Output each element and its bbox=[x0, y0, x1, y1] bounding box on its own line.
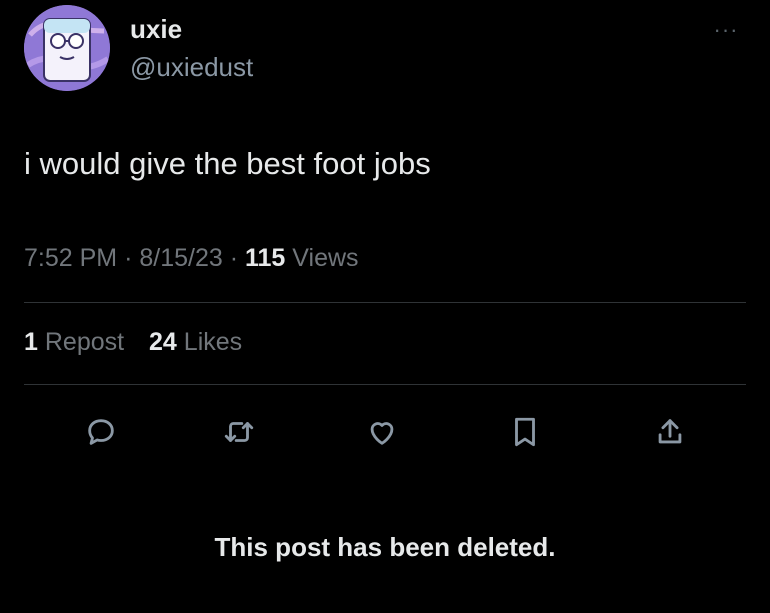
post-text: i would give the best foot jobs bbox=[24, 146, 431, 181]
meta-separator: · bbox=[229, 244, 239, 272]
reply-icon bbox=[88, 419, 114, 445]
reply-button[interactable] bbox=[79, 410, 123, 454]
post-date[interactable]: 8/15/23 bbox=[139, 244, 222, 272]
divider bbox=[24, 384, 746, 385]
more-options-button[interactable]: ··· bbox=[706, 17, 746, 42]
post-metadata: 7:52 PM · 8/15/23 · 115 Views bbox=[24, 244, 359, 273]
reposts-count: 1 bbox=[24, 328, 38, 356]
reposts-stat[interactable]: 1 Repost bbox=[24, 328, 124, 356]
likes-stat[interactable]: 24 Likes bbox=[149, 328, 242, 356]
post-time[interactable]: 7:52 PM bbox=[24, 244, 117, 272]
reposts-label: Repost bbox=[44, 328, 125, 356]
likes-count: 24 bbox=[149, 328, 177, 356]
repost-icon bbox=[224, 422, 254, 442]
avatar-icon bbox=[24, 5, 110, 91]
bookmark-button[interactable] bbox=[503, 410, 547, 454]
like-button[interactable] bbox=[360, 410, 404, 454]
avatar[interactable] bbox=[24, 5, 110, 91]
views-count: 115 bbox=[245, 244, 286, 272]
heart-icon bbox=[370, 422, 394, 445]
repost-button[interactable] bbox=[217, 410, 261, 454]
display-name[interactable]: uxie bbox=[130, 14, 182, 45]
action-bar bbox=[0, 410, 770, 454]
user-handle[interactable]: @uxiedust bbox=[130, 52, 253, 83]
engagement-stats: 1 Repost 24 Likes bbox=[24, 328, 260, 357]
deleted-notice: This post has been deleted. bbox=[214, 532, 556, 562]
share-button[interactable] bbox=[648, 410, 692, 454]
share-icon bbox=[658, 419, 682, 444]
tweet-container: uxie @uxiedust ··· i would give the best… bbox=[0, 0, 770, 613]
likes-label: Likes bbox=[183, 328, 243, 356]
divider bbox=[24, 302, 746, 303]
views-label: Views bbox=[292, 244, 359, 272]
more-icon: ··· bbox=[713, 17, 739, 42]
meta-separator: · bbox=[124, 244, 133, 272]
bookmark-icon bbox=[515, 417, 535, 447]
